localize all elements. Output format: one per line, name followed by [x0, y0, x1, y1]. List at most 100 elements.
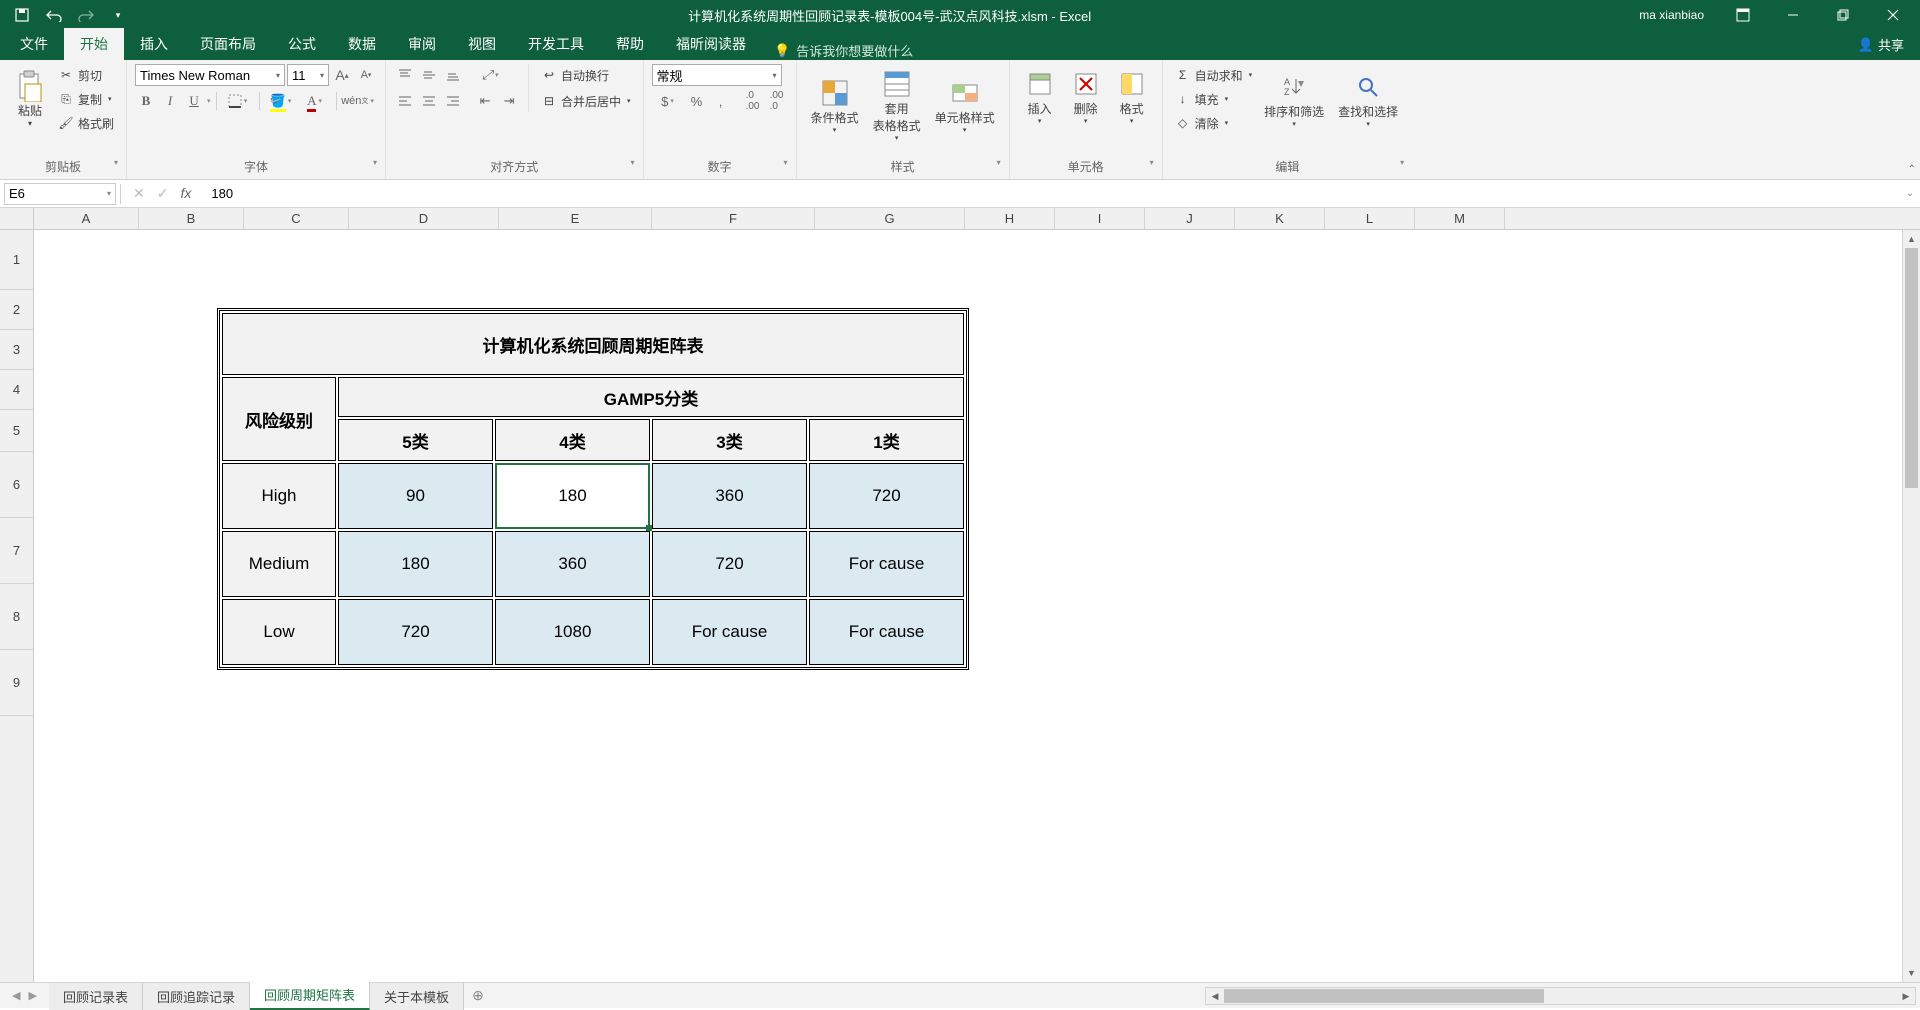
save-button[interactable]: [8, 3, 36, 27]
maximize-button[interactable]: [1820, 0, 1866, 30]
merge-center-button[interactable]: ⊟合并后居中▾: [537, 90, 635, 112]
decrease-decimal-button[interactable]: .00.0: [766, 90, 788, 112]
column-header[interactable]: M: [1415, 208, 1505, 229]
data-cell[interactable]: 720: [652, 531, 807, 597]
sheet-tab[interactable]: 关于本模板: [370, 983, 464, 1010]
accept-formula-button[interactable]: ✓: [157, 185, 169, 202]
column-header[interactable]: I: [1055, 208, 1145, 229]
tab-insert[interactable]: 插入: [124, 28, 184, 60]
share-button[interactable]: 👤 共享: [1846, 29, 1916, 60]
row-header[interactable]: 7: [0, 518, 33, 584]
font-size-combo[interactable]: 11▾: [287, 64, 329, 86]
data-cell[interactable]: 180: [495, 463, 650, 529]
sort-filter-button[interactable]: AZ排序和筛选▾: [1258, 67, 1330, 132]
tab-help[interactable]: 帮助: [600, 28, 660, 60]
conditional-formatting-button[interactable]: 条件格式▾: [805, 73, 865, 138]
horizontal-scrollbar[interactable]: ◀ ▶: [1205, 987, 1916, 1005]
data-cell[interactable]: 180: [338, 531, 493, 597]
align-left-button[interactable]: [394, 90, 416, 112]
expand-formula-bar-button[interactable]: ⌄: [1900, 188, 1920, 199]
row-header[interactable]: 2: [0, 290, 33, 330]
data-cell[interactable]: For cause: [809, 599, 964, 665]
format-cells-button[interactable]: 格式▾: [1110, 64, 1154, 129]
tab-view[interactable]: 视图: [452, 28, 512, 60]
cut-button[interactable]: ✂剪切: [54, 64, 118, 86]
add-sheet-button[interactable]: ⊕: [464, 987, 492, 1004]
vertical-scrollbar[interactable]: ▲ ▼: [1902, 230, 1920, 982]
accounting-format-button[interactable]: $: [652, 90, 684, 112]
data-cell[interactable]: For cause: [809, 531, 964, 597]
tab-review[interactable]: 审阅: [392, 28, 452, 60]
tab-layout[interactable]: 页面布局: [184, 28, 272, 60]
tab-developer[interactable]: 开发工具: [512, 28, 600, 60]
align-top-button[interactable]: [394, 64, 416, 86]
column-header[interactable]: D: [349, 208, 499, 229]
scroll-up-arrow[interactable]: ▲: [1903, 230, 1920, 248]
row-header[interactable]: 4: [0, 370, 33, 410]
format-painter-button[interactable]: 🖌格式刷: [54, 112, 118, 134]
scroll-down-arrow[interactable]: ▼: [1903, 964, 1920, 982]
align-right-button[interactable]: [442, 90, 464, 112]
scroll-thumb[interactable]: [1905, 248, 1918, 488]
find-select-button[interactable]: 查找和选择▾: [1332, 67, 1404, 132]
row-header[interactable]: 3: [0, 330, 33, 370]
align-middle-button[interactable]: [418, 64, 440, 86]
increase-indent-button[interactable]: ⇥: [498, 90, 520, 112]
sheet-nav-next[interactable]: ▶: [28, 989, 36, 1002]
row-header[interactable]: 9: [0, 650, 33, 716]
cell-styles-button[interactable]: 单元格样式▾: [929, 73, 1001, 138]
align-bottom-button[interactable]: [442, 64, 464, 86]
comma-button[interactable]: ,: [710, 90, 732, 112]
border-button[interactable]: [222, 90, 254, 112]
insert-function-button[interactable]: fx: [180, 185, 191, 202]
row-header[interactable]: 1: [0, 230, 33, 290]
data-cell[interactable]: 90: [338, 463, 493, 529]
italic-button[interactable]: I: [159, 90, 181, 112]
collapse-ribbon-button[interactable]: ⌃: [1908, 164, 1916, 175]
increase-decimal-button[interactable]: .0.00: [742, 90, 764, 112]
autosum-button[interactable]: Σ自动求和▾: [1171, 64, 1257, 86]
scroll-right-arrow[interactable]: ▶: [1897, 988, 1915, 1004]
column-header[interactable]: E: [499, 208, 652, 229]
paste-button[interactable]: 粘贴▾: [8, 66, 52, 132]
data-cell[interactable]: 360: [652, 463, 807, 529]
font-name-combo[interactable]: Times New Roman▾: [135, 64, 285, 86]
column-header[interactable]: H: [965, 208, 1055, 229]
fill-color-button[interactable]: 🪣: [265, 90, 297, 112]
tellme-search[interactable]: 💡 告诉我你想要做什么: [762, 41, 925, 60]
decrease-indent-button[interactable]: ⇤: [474, 90, 496, 112]
tab-file[interactable]: 文件: [4, 28, 64, 60]
grow-font-button[interactable]: A▴: [331, 64, 353, 86]
copy-button[interactable]: ⎘复制▾: [54, 88, 118, 110]
hscroll-thumb[interactable]: [1224, 989, 1544, 1003]
orientation-button[interactable]: ⤢: [474, 64, 506, 86]
data-cell[interactable]: 720: [809, 463, 964, 529]
minimize-button[interactable]: [1770, 0, 1816, 30]
select-all-corner[interactable]: [0, 208, 34, 229]
row-header[interactable]: 8: [0, 584, 33, 650]
insert-cells-button[interactable]: 插入▾: [1018, 64, 1062, 129]
close-button[interactable]: [1870, 0, 1916, 30]
sheet-tab[interactable]: 回顾周期矩阵表: [250, 981, 370, 1010]
fill-button[interactable]: ↓填充▾: [1171, 88, 1257, 110]
qat-customize[interactable]: ▾: [104, 3, 132, 27]
column-header[interactable]: K: [1235, 208, 1325, 229]
data-cell[interactable]: For cause: [652, 599, 807, 665]
column-header[interactable]: A: [34, 208, 139, 229]
row-header[interactable]: 6: [0, 452, 33, 518]
font-color-button[interactable]: A: [299, 90, 331, 112]
sheet-tab[interactable]: 回顾追踪记录: [143, 983, 250, 1010]
underline-button[interactable]: U: [183, 90, 205, 112]
name-box[interactable]: E6▾: [4, 183, 116, 205]
tab-formulas[interactable]: 公式: [272, 28, 332, 60]
cancel-formula-button[interactable]: ✕: [133, 185, 145, 202]
column-header[interactable]: L: [1325, 208, 1415, 229]
align-center-button[interactable]: [418, 90, 440, 112]
column-header[interactable]: F: [652, 208, 815, 229]
shrink-font-button[interactable]: A▾: [355, 64, 377, 86]
tab-home[interactable]: 开始: [64, 28, 124, 60]
number-format-combo[interactable]: 常规▾: [652, 64, 782, 86]
phonetic-button[interactable]: wén文: [342, 90, 374, 112]
clear-button[interactable]: ◇清除▾: [1171, 112, 1257, 134]
tab-foxit[interactable]: 福昕阅读器: [660, 28, 762, 60]
